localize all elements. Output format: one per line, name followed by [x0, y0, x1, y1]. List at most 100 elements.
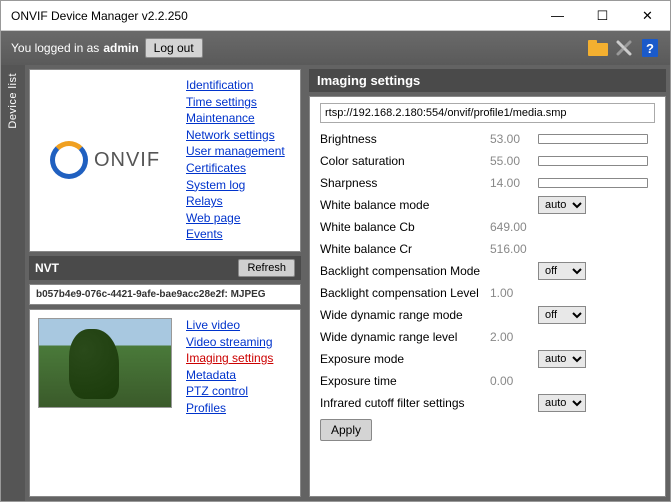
setting-row: Brightness53.00 [320, 128, 655, 150]
slider[interactable] [538, 134, 648, 144]
window-title: ONVIF Device Manager v2.2.250 [11, 9, 535, 23]
minimize-button[interactable]: — [535, 1, 580, 30]
setting-value: 2.00 [490, 330, 538, 344]
onvif-ring-icon [50, 141, 88, 179]
setting-label: Exposure time [320, 374, 490, 388]
live-link-imaging-settings[interactable]: Imaging settings [186, 351, 294, 367]
live-link-ptz-control[interactable]: PTZ control [186, 384, 294, 400]
live-link-live-video[interactable]: Live video [186, 318, 294, 334]
setting-value: 516.00 [490, 242, 538, 256]
setting-row: Infrared cutoff filter settings auto [320, 392, 655, 414]
slider[interactable] [538, 156, 648, 166]
setting-select[interactable]: auto [538, 394, 586, 412]
device-link-events[interactable]: Events [186, 227, 294, 243]
setting-label: Infrared cutoff filter settings [320, 396, 490, 410]
live-box: Live videoVideo streamingImaging setting… [29, 309, 301, 497]
setting-row: Exposure mode auto [320, 348, 655, 370]
setting-label: Color saturation [320, 154, 490, 168]
setting-label: Sharpness [320, 176, 490, 190]
device-link-certificates[interactable]: Certificates [186, 161, 294, 177]
live-link-video-streaming[interactable]: Video streaming [186, 335, 294, 351]
setting-label: White balance Cb [320, 220, 490, 234]
login-prefix: You logged in as [11, 41, 99, 55]
setting-row: Backlight compensation Mode off [320, 260, 655, 282]
device-link-identification[interactable]: Identification [186, 78, 294, 94]
setting-select[interactable]: auto [538, 350, 586, 368]
live-thumbnail [38, 318, 172, 408]
settings-icon[interactable] [614, 38, 634, 58]
live-link-profiles[interactable]: Profiles [186, 401, 294, 417]
device-link-network-settings[interactable]: Network settings [186, 128, 294, 144]
login-status: You logged in as admin [11, 41, 139, 55]
setting-row: Exposure time0.00 [320, 370, 655, 392]
device-list-label: Device list [7, 73, 19, 129]
setting-label: Backlight compensation Mode [320, 264, 490, 278]
setting-row: Wide dynamic range level2.00 [320, 326, 655, 348]
login-username: admin [103, 41, 138, 55]
help-icon[interactable]: ? [640, 38, 660, 58]
device-links: IdentificationTime settingsMaintenanceNe… [180, 70, 300, 251]
setting-control: auto [538, 394, 655, 412]
setting-select[interactable]: off [538, 306, 586, 324]
nvt-bar: NVT Refresh [29, 256, 301, 280]
imaging-header: Imaging settings [309, 69, 666, 92]
setting-value: 53.00 [490, 132, 538, 146]
slider[interactable] [538, 178, 648, 188]
setting-row: Wide dynamic range mode off [320, 304, 655, 326]
setting-select[interactable]: off [538, 262, 586, 280]
setting-control [538, 134, 655, 144]
svg-text:?: ? [646, 41, 654, 56]
device-link-time-settings[interactable]: Time settings [186, 95, 294, 111]
logout-button[interactable]: Log out [145, 38, 203, 58]
device-link-maintenance[interactable]: Maintenance [186, 111, 294, 127]
setting-value: 55.00 [490, 154, 538, 168]
setting-control: auto [538, 196, 655, 214]
live-links: Live videoVideo streamingImaging setting… [180, 310, 300, 496]
stream-url[interactable]: rtsp://192.168.2.180:554/onvif/profile1/… [320, 103, 655, 123]
setting-value: 649.00 [490, 220, 538, 234]
setting-row: White balance Cr516.00 [320, 238, 655, 260]
setting-control: off [538, 262, 655, 280]
setting-value: 14.00 [490, 176, 538, 190]
live-link-metadata[interactable]: Metadata [186, 368, 294, 384]
live-thumbnail-area [30, 310, 180, 496]
apply-button[interactable]: Apply [320, 419, 372, 441]
device-link-system-log[interactable]: System log [186, 178, 294, 194]
setting-value: 1.00 [490, 286, 538, 300]
setting-select[interactable]: auto [538, 196, 586, 214]
setting-label: White balance mode [320, 198, 490, 212]
setting-control: auto [538, 350, 655, 368]
setting-row: White balance Cb649.00 [320, 216, 655, 238]
folder-icon[interactable] [588, 38, 608, 58]
title-bar: ONVIF Device Manager v2.2.250 — ☐ ✕ [1, 1, 670, 31]
setting-label: Wide dynamic range level [320, 330, 490, 344]
imaging-body: rtsp://192.168.2.180:554/onvif/profile1/… [309, 96, 666, 497]
setting-label: Brightness [320, 132, 490, 146]
onvif-logo-text: ONVIF [94, 149, 160, 172]
device-link-user-management[interactable]: User management [186, 144, 294, 160]
device-list-tab[interactable]: Device list [1, 65, 25, 501]
nvt-title: NVT [35, 261, 59, 275]
setting-row: Sharpness14.00 [320, 172, 655, 194]
left-panel: ONVIF IdentificationTime settingsMainten… [25, 65, 305, 501]
device-uuid[interactable]: b057b4e9-076c-4421-9afe-bae9acc28e2f: MJ… [29, 284, 301, 305]
setting-label: Exposure mode [320, 352, 490, 366]
setting-row: Backlight compensation Level1.00 [320, 282, 655, 304]
setting-label: Wide dynamic range mode [320, 308, 490, 322]
setting-control: off [538, 306, 655, 324]
maximize-button[interactable]: ☐ [580, 1, 625, 30]
setting-label: White balance Cr [320, 242, 490, 256]
device-logo: ONVIF [30, 70, 180, 251]
setting-label: Backlight compensation Level [320, 286, 490, 300]
close-button[interactable]: ✕ [625, 1, 670, 30]
setting-control [538, 156, 655, 166]
refresh-button[interactable]: Refresh [238, 259, 295, 277]
setting-row: White balance mode auto [320, 194, 655, 216]
setting-control [538, 178, 655, 188]
device-info-box: ONVIF IdentificationTime settingsMainten… [29, 69, 301, 252]
device-link-relays[interactable]: Relays [186, 194, 294, 210]
device-link-web-page[interactable]: Web page [186, 211, 294, 227]
right-panel: Imaging settings rtsp://192.168.2.180:55… [305, 65, 670, 501]
top-bar: You logged in as admin Log out ? [1, 31, 670, 65]
setting-value: 0.00 [490, 374, 538, 388]
